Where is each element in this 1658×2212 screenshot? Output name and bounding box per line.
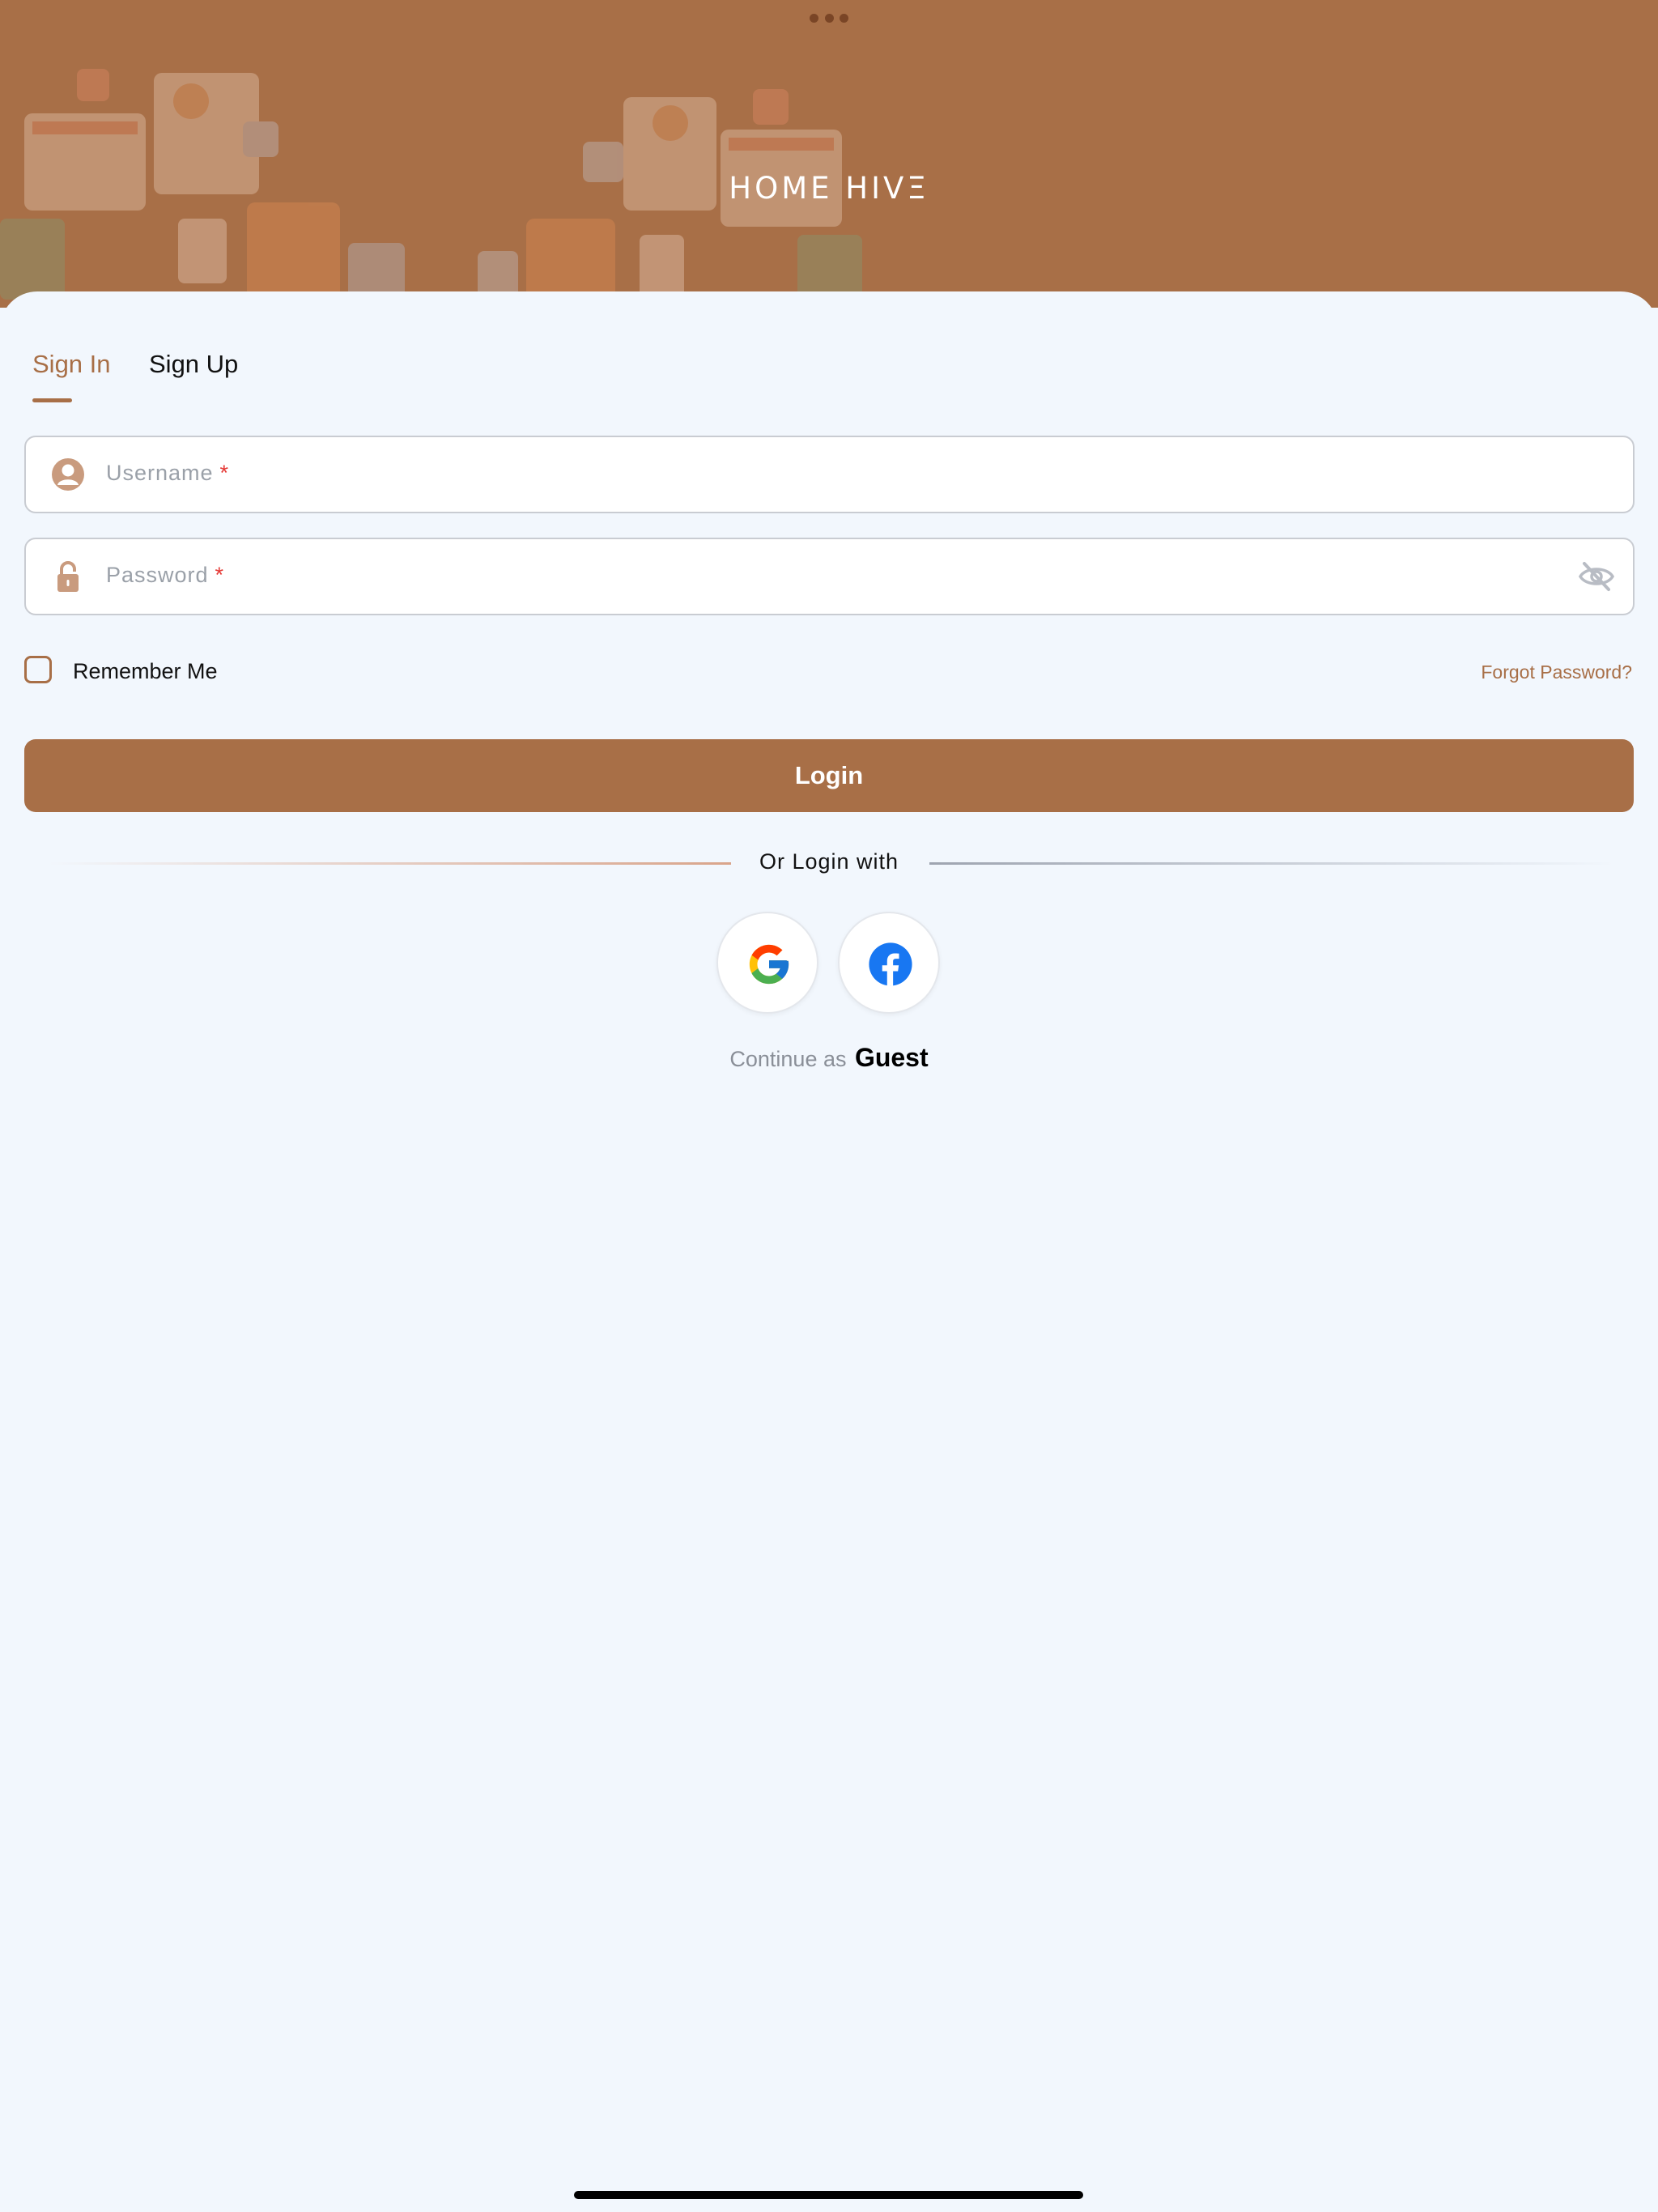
remember-me-checkbox[interactable] <box>24 656 52 683</box>
username-placeholder: Username * <box>106 461 230 485</box>
google-icon <box>749 944 789 985</box>
user-avatar-icon <box>52 458 84 491</box>
password-placeholder: Password * <box>106 563 225 587</box>
shopping-illustration-background <box>0 69 862 300</box>
lock-icon <box>57 561 79 592</box>
username-field[interactable]: Username * <box>24 436 1635 513</box>
facebook-icon <box>869 942 912 986</box>
continue-as-guest: Continue as Guest <box>0 1043 1658 1073</box>
app-logo: HOME HIVΞ <box>729 171 929 206</box>
login-button[interactable]: Login <box>24 739 1634 812</box>
active-tab-indicator <box>32 398 72 402</box>
google-login-button[interactable] <box>716 912 818 1014</box>
tab-sign-up[interactable]: Sign Up <box>149 350 238 379</box>
header-banner: HOME HIVΞ <box>0 0 1658 308</box>
tab-sign-in[interactable]: Sign In <box>32 350 111 379</box>
eye-off-icon[interactable] <box>1578 560 1615 593</box>
guest-link[interactable]: Guest <box>855 1043 929 1072</box>
guest-prefix: Continue as <box>729 1047 847 1071</box>
divider-line-right <box>929 862 1613 865</box>
forgot-password-link[interactable]: Forgot Password? <box>1481 661 1632 683</box>
remember-me-label: Remember Me <box>73 659 218 683</box>
password-field[interactable]: Password * <box>24 538 1635 615</box>
facebook-login-button[interactable] <box>838 912 940 1014</box>
home-indicator[interactable] <box>574 2191 1083 2199</box>
